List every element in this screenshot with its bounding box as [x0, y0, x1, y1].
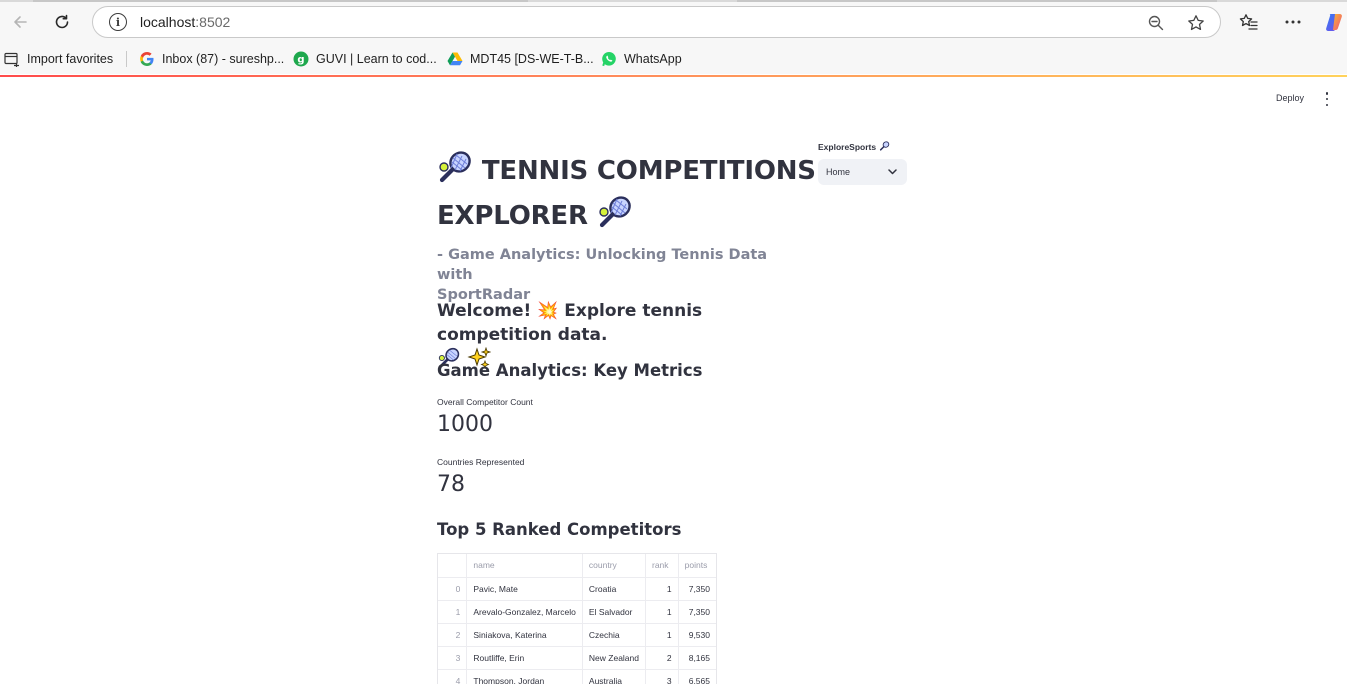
chevron-down-icon	[888, 167, 897, 177]
bookmark-inbox[interactable]: Inbox (87) - sureshp...	[139, 50, 284, 68]
browser-toolbar: i localhost:8502	[0, 0, 1347, 44]
bookmark-guvi[interactable]: g GUVI | Learn to cod...	[293, 50, 437, 68]
bookmark-label: Import favorites	[27, 52, 114, 66]
metric-value: 78	[437, 472, 465, 497]
cell-points[interactable]: 8,165	[678, 646, 716, 670]
column-header-name[interactable]: name	[466, 554, 583, 578]
metric-label: Overall Competitor Count	[437, 397, 533, 407]
svg-text:g: g	[297, 55, 304, 66]
title-text-1: TENNIS COMPETITIONS	[481, 156, 816, 186]
cell-rank[interactable]: 1	[645, 577, 679, 601]
cell-country[interactable]: El Salvador	[582, 600, 647, 624]
bookmark-import-favorites[interactable]: Import favorites	[4, 50, 113, 68]
column-header-rank[interactable]: rank	[645, 554, 679, 578]
deploy-button[interactable]: Deploy	[1276, 93, 1304, 103]
more-icon[interactable]	[1281, 10, 1305, 34]
back-arrow-icon[interactable]	[6, 8, 34, 36]
url-text[interactable]: localhost:8502	[140, 14, 230, 30]
subtitle-line-1: - Game Analytics: Unlocking Tennis Data …	[437, 247, 768, 283]
cell-index[interactable]: 2	[438, 623, 468, 647]
bookmark-label: Inbox (87) - sureshp...	[162, 52, 285, 66]
tennis-racket-icon	[597, 195, 633, 240]
cell-points[interactable]: 7,350	[678, 600, 716, 624]
bookmarks-bar: Import favorites Inbox (87) - sureshp...…	[0, 44, 1347, 74]
cell-country[interactable]: Australia	[582, 669, 647, 684]
table-row: 0 Pavic, Mate Croatia 1 7,350	[438, 577, 716, 601]
metric-label: Countries Represented	[437, 457, 525, 467]
zoom-out-icon[interactable]	[1145, 12, 1167, 34]
cell-country[interactable]: Croatia	[582, 577, 647, 601]
main-menu-icon[interactable]	[1322, 92, 1332, 106]
cell-rank[interactable]: 3	[645, 669, 679, 684]
cell-name[interactable]: Siniakova, Katerina	[466, 623, 583, 647]
cell-name[interactable]: Arevalo-Gonzalez, Marcelo	[466, 600, 583, 624]
table-header-row: name country rank points	[438, 554, 716, 578]
cell-rank[interactable]: 1	[645, 623, 679, 647]
bookmark-label: GUVI | Learn to cod...	[316, 52, 437, 66]
favorites-icon[interactable]	[1237, 10, 1261, 34]
table-row: 1 Arevalo-Gonzalez, Marcelo El Salvador …	[438, 600, 716, 624]
column-header-country[interactable]: country	[582, 554, 647, 578]
column-header-index[interactable]	[438, 554, 468, 578]
address-bar[interactable]: i localhost:8502	[92, 6, 1221, 38]
whatsapp-icon	[601, 51, 617, 67]
star-icon[interactable]	[1185, 12, 1207, 34]
competitors-table[interactable]: name country rank points 0 Pavic, Mate C…	[437, 553, 717, 684]
tennis-racket-icon	[879, 141, 890, 153]
url-port: :8502	[195, 14, 231, 30]
top5-heading: Top 5 Ranked Competitors	[437, 520, 682, 539]
welcome-text: Welcome! 💥 Explore tennis competition da…	[437, 301, 703, 345]
select-value: Home	[826, 167, 851, 177]
page-title: TENNIS COMPETITIONS EXPLORER	[437, 150, 817, 240]
tab-strip	[0, 0, 1347, 2]
cell-index[interactable]: 4	[438, 669, 468, 684]
select-label: ExploreSports	[818, 141, 908, 153]
page-select[interactable]: Home	[818, 159, 907, 185]
copilot-icon[interactable]	[1322, 10, 1346, 34]
cell-points[interactable]: 7,350	[678, 577, 716, 601]
bookmark-label: WhatsApp	[624, 52, 682, 66]
cell-name[interactable]: Routliffe, Erin	[466, 646, 583, 670]
cell-country[interactable]: Czechia	[582, 623, 647, 647]
google-icon	[139, 51, 155, 67]
google-drive-icon	[447, 51, 463, 67]
metrics-heading: Game Analytics: Key Metrics	[437, 361, 703, 380]
cell-points[interactable]: 9,530	[678, 623, 716, 647]
navigation-column: ExploreSports Home	[818, 141, 908, 185]
cell-name[interactable]: Thompson, Jordan	[466, 669, 583, 684]
bookmarks-separator	[126, 51, 127, 67]
bookmark-mdt45[interactable]: MDT45 [DS-WE-T-B...	[447, 50, 594, 68]
table-row: 3 Routliffe, Erin New Zealand 2 8,165	[438, 646, 716, 670]
cell-rank[interactable]: 1	[645, 600, 679, 624]
cell-points[interactable]: 6,565	[678, 669, 716, 684]
table-row: 2 Siniakova, Katerina Czechia 1 9,530	[438, 623, 716, 647]
cell-index[interactable]: 1	[438, 600, 468, 624]
metric-value: 1000	[437, 412, 493, 437]
cell-index[interactable]: 3	[438, 646, 468, 670]
url-host: localhost	[140, 14, 196, 30]
guvi-icon: g	[293, 51, 309, 67]
title-text-2: EXPLORER	[437, 201, 588, 231]
page-subtitle: - Game Analytics: Unlocking Tennis Data …	[437, 245, 777, 305]
app-header: Deploy	[0, 77, 1347, 121]
site-info-icon[interactable]: i	[109, 13, 127, 31]
cell-name[interactable]: Pavic, Mate	[466, 577, 583, 601]
tennis-racket-icon	[437, 150, 473, 195]
bookmark-label: MDT45 [DS-WE-T-B...	[470, 52, 594, 66]
cell-country[interactable]: New Zealand	[582, 646, 647, 670]
column-header-points[interactable]: points	[678, 554, 716, 578]
cell-index[interactable]: 0	[438, 577, 468, 601]
main-content: TENNIS COMPETITIONS EXPLORER - Game Anal…	[437, 150, 817, 684]
select-label-text: ExploreSports	[818, 142, 877, 152]
import-favorites-icon	[4, 51, 20, 67]
reload-icon[interactable]	[48, 8, 76, 36]
table-row: 4 Thompson, Jordan Australia 3 6,565	[438, 669, 716, 684]
bookmark-whatsapp[interactable]: WhatsApp	[601, 50, 682, 68]
cell-rank[interactable]: 2	[645, 646, 679, 670]
